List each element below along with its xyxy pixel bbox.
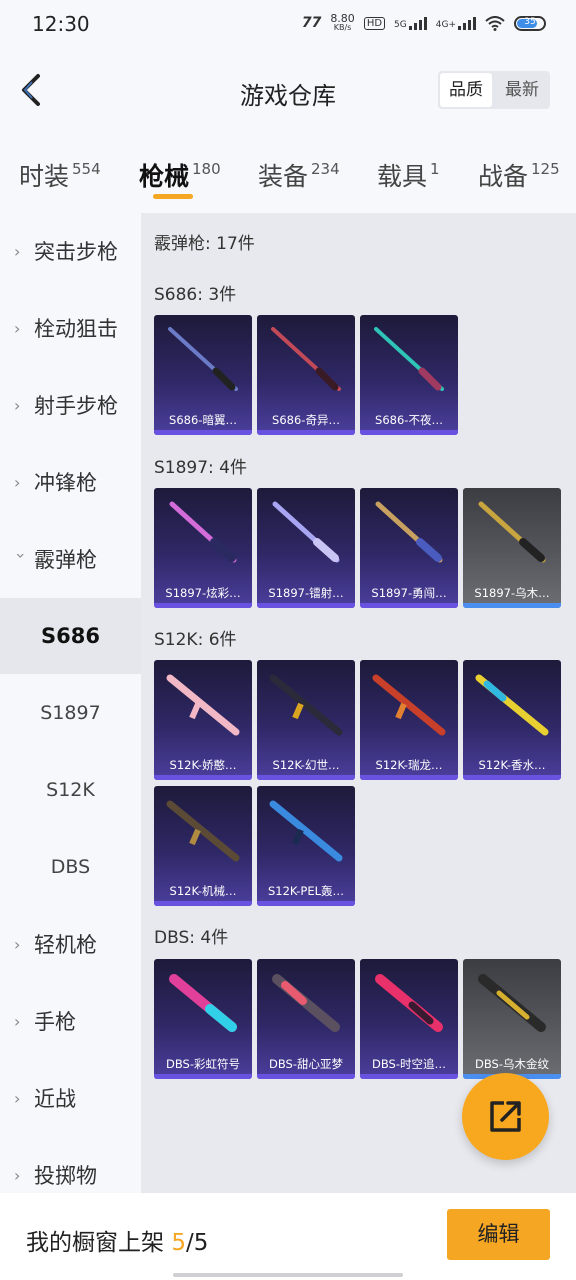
weapon-type-sidebar: › 突击步枪 › 栓动狙击 › 射手步枪 › 冲锋枪 › 霰弹枪 S686 S1897 S… xyxy=(0,213,141,1193)
shotgun-icon xyxy=(271,327,341,391)
sidebar-subitem-s1897[interactable]: S1897 xyxy=(0,675,141,751)
shotgun-icon xyxy=(478,974,546,1032)
tab-vehicles[interactable]: 载具 1 xyxy=(377,157,440,193)
chevron-right-icon: › xyxy=(14,472,21,492)
hd-icon: HD xyxy=(363,16,386,30)
skin-card[interactable]: DBS-甜心亚梦 xyxy=(257,959,355,1079)
chevron-down-icon: › xyxy=(11,552,31,559)
skin-card[interactable]: S1897-镭射… xyxy=(257,488,355,608)
sidebar-subitem-dbs[interactable]: DBS xyxy=(0,829,141,905)
status-time: 12:30 xyxy=(32,12,90,36)
showcase-bar: 我的橱窗上架 5/5 编辑 xyxy=(0,1193,576,1280)
sidebar-item-assault-rifle[interactable]: › 突击步枪 xyxy=(0,213,141,289)
sidebar-subitem-s686[interactable]: S686 xyxy=(0,598,141,674)
sort-option-quality[interactable]: 品质 xyxy=(440,73,492,107)
shotgun-icon xyxy=(375,501,443,563)
shotgun-icon xyxy=(478,501,546,563)
category-tabs: 时装 554 枪械 180 装备 234 载具 1 战备 125 xyxy=(0,135,576,213)
sidebar-item-lmg[interactable]: › 轻机枪 xyxy=(0,906,141,982)
skin-card[interactable]: S1897-乌木… xyxy=(463,488,561,608)
skin-card[interactable]: S1897-炫彩… xyxy=(154,488,252,608)
skin-card[interactable]: S12K-瑞龙… xyxy=(360,660,458,780)
sidebar-item-shotgun[interactable]: › 霰弹枪 xyxy=(0,521,141,597)
rifle-icon xyxy=(166,800,240,862)
shotgun-icon xyxy=(374,327,444,391)
section-title-s1897: S1897: 4件 xyxy=(154,458,248,478)
home-indicator[interactable] xyxy=(173,1273,403,1277)
status-bar: 12:30 77 8.80 KB/s HD 5G 4G+ 35 xyxy=(0,0,576,50)
status-icons: 77 8.80 KB/s HD 5G 4G+ 35 xyxy=(301,12,546,32)
skin-card[interactable]: S12K-机械… xyxy=(154,786,252,906)
shotgun-icon xyxy=(375,974,443,1032)
sort-toggle: 品质 最新 xyxy=(438,71,550,109)
rifle-icon xyxy=(372,674,446,736)
skin-card[interactable]: DBS-彩虹符号 xyxy=(154,959,252,1079)
network-speed: 8.80 KB/s xyxy=(330,12,355,32)
skin-card[interactable]: S12K-幻世… xyxy=(257,660,355,780)
tab-firearms[interactable]: 枪械 180 xyxy=(139,157,221,193)
rifle-icon xyxy=(166,674,240,736)
share-button[interactable] xyxy=(462,1073,549,1160)
chevron-right-icon: › xyxy=(14,241,21,261)
sidebar-item-bolt-sniper[interactable]: › 栓动狙击 xyxy=(0,290,141,366)
skin-card[interactable]: DBS-乌木金纹 xyxy=(463,959,561,1079)
edit-button[interactable]: 编辑 xyxy=(447,1209,550,1260)
app-header: 游戏仓库 品质 最新 xyxy=(0,50,576,135)
nfc-icon: 77 xyxy=(301,15,322,31)
shotgun-icon xyxy=(168,327,238,391)
skin-card[interactable]: S686-奇异… xyxy=(257,315,355,435)
battery-icon: 35 xyxy=(514,15,546,31)
shotgun-icon xyxy=(169,501,237,563)
skin-card[interactable]: S12K-娇憨… xyxy=(154,660,252,780)
category-summary: 霰弹枪: 17件 xyxy=(154,234,255,254)
sidebar-item-marksman-rifle[interactable]: › 射手步枪 xyxy=(0,367,141,443)
chevron-right-icon: › xyxy=(14,1011,21,1031)
wifi-icon xyxy=(485,15,505,31)
sidebar-item-pistol[interactable]: › 手枪 xyxy=(0,983,141,1059)
signal-5g-icon: 5G xyxy=(394,16,427,30)
share-export-icon xyxy=(490,1101,521,1132)
active-tab-indicator xyxy=(153,194,193,199)
inventory-grid: 霰弹枪: 17件 S686: 3件 S686-暗翼… S686-奇异… S686… xyxy=(141,213,576,1193)
signal-4g-icon: 4G+ xyxy=(436,16,476,30)
section-title-dbs: DBS: 4件 xyxy=(154,928,229,948)
rifle-icon xyxy=(475,674,549,736)
sidebar-item-smg[interactable]: › 冲锋枪 xyxy=(0,444,141,520)
chevron-right-icon: › xyxy=(14,1165,21,1185)
chevron-right-icon: › xyxy=(14,1088,21,1108)
sort-option-newest[interactable]: 最新 xyxy=(496,73,548,107)
sidebar-subitem-s12k[interactable]: S12K xyxy=(0,752,141,828)
section-title-s686: S686: 3件 xyxy=(154,285,237,305)
skin-card[interactable]: S1897-勇闯… xyxy=(360,488,458,608)
shotgun-icon xyxy=(272,501,340,563)
showcase-status: 我的橱窗上架 5/5 xyxy=(26,1230,209,1256)
section-title-s12k: S12K: 6件 xyxy=(154,630,237,650)
sidebar-item-melee[interactable]: › 近战 xyxy=(0,1060,141,1136)
skin-card[interactable]: S686-不夜… xyxy=(360,315,458,435)
tab-equipment[interactable]: 装备 234 xyxy=(258,157,340,193)
showcase-current-count: 5 xyxy=(171,1230,186,1256)
rifle-icon xyxy=(269,674,343,736)
skin-card[interactable]: S12K-香水… xyxy=(463,660,561,780)
chevron-right-icon: › xyxy=(14,934,21,954)
chevron-right-icon: › xyxy=(14,318,21,338)
tab-supplies[interactable]: 战备 125 xyxy=(478,157,560,193)
chevron-right-icon: › xyxy=(14,395,21,415)
showcase-total-count: 5 xyxy=(193,1230,209,1256)
tab-fashion[interactable]: 时装 554 xyxy=(19,157,101,193)
shotgun-icon xyxy=(272,974,340,1032)
rifle-icon xyxy=(269,800,343,862)
skin-card[interactable]: S686-暗翼… xyxy=(154,315,252,435)
skin-card[interactable]: S12K-PEL轰… xyxy=(257,786,355,906)
shotgun-icon xyxy=(169,974,237,1032)
skin-card[interactable]: DBS-时空追… xyxy=(360,959,458,1079)
